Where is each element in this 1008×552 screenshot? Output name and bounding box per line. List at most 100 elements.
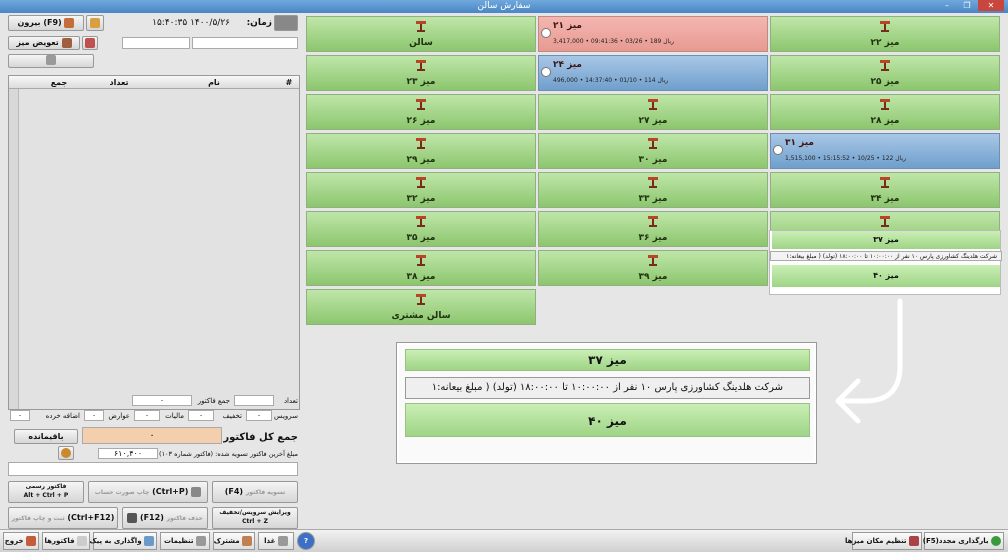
rounding-label: اضافه خرده — [45, 412, 80, 420]
invoices-button[interactable]: فاکتورها — [42, 532, 90, 550]
close-button[interactable]: ✕ — [978, 0, 1004, 11]
table-order-detail: ریال 189 • 03/26 • 09:41:36 • 3,417,000 — [553, 38, 674, 45]
zoom-table-37[interactable]: میز ۳۷ — [405, 349, 810, 371]
change-table-button[interactable]: تعویض میز — [8, 36, 80, 50]
order-scrollbar[interactable] — [9, 89, 19, 409]
food-icon — [277, 536, 288, 546]
table-tile[interactable]: میز ۳۶ — [538, 211, 768, 247]
save-print-invoice-button[interactable]: (Ctrl+F12) ثبت و چاپ فاکتور — [8, 507, 118, 529]
table-tile[interactable]: سالن — [306, 16, 536, 52]
duty-label: عوارض — [108, 412, 130, 420]
table-tile[interactable]: میز ۲۱ ریال 189 • 03/26 • 09:41:36 • 3,41… — [538, 16, 768, 52]
delete-invoice-button[interactable]: حذف فاکتور (F12) — [122, 507, 208, 529]
print-bill-button[interactable]: (Ctrl+P) چاپ صورت حساب — [88, 481, 208, 503]
col-num: # — [285, 78, 293, 87]
table-name: سالن — [409, 38, 433, 48]
time-label: زمان: — [246, 18, 272, 28]
pager-button[interactable]: واگذاری به پیک — [89, 532, 157, 550]
invoice-icon — [77, 536, 87, 546]
exit-toolbar-button[interactable]: خروج — [3, 532, 39, 550]
popup-reservation-line[interactable]: شرکت هلدینگ کشاورزی پارس ۱۰ نفر از ۱۰:۰۰… — [770, 251, 1002, 261]
table-name: میز ۲۲ — [870, 38, 900, 48]
table-tile[interactable]: میز ۲۹ — [306, 133, 536, 169]
table-tile[interactable]: میز ۳۱ ریال 122 • 10/25 • 15:15:52 • 1,51… — [770, 133, 1000, 169]
clock-icon — [541, 28, 551, 38]
last-invoice-label: مبلغ آخرین فاکتور تسویه شده: (فاکتور شما… — [159, 450, 298, 458]
popup-table-40[interactable]: میز ۴۰ — [772, 265, 1000, 287]
courier-icon — [144, 536, 154, 546]
zoom-reservation-line[interactable]: شرکت هلدینگ کشاورزی پارس ۱۰ نفر از ۱۰:۰۰… — [405, 377, 810, 399]
service-field: ۰ — [246, 410, 272, 421]
order-items-table[interactable]: # نام تعداد جمع — [8, 75, 300, 410]
table-layout-button[interactable]: تنظیم مکان میزها — [845, 532, 922, 550]
official-invoice-button[interactable]: فاکتور رسمی Alt + Ctrl + P — [8, 481, 84, 503]
settings-button[interactable]: تنظیمات — [160, 532, 210, 550]
time-value: ۱۴۰۰/۵/۲۶ ۱۵:۴۰:۳۵ — [152, 18, 230, 28]
last-invoice-field: ۶۱۰,۴۰۰ — [98, 448, 158, 459]
table-name: میز ۳۰ — [638, 155, 668, 165]
settle-invoice-button[interactable]: تسویه فاکتور (F4) — [212, 481, 298, 503]
table-tile[interactable]: میز ۲۵ — [770, 55, 1000, 91]
table-name: میز ۲۹ — [406, 155, 436, 165]
help-button[interactable]: ? — [297, 532, 315, 550]
exit-button[interactable]: (F9) بیرون — [8, 15, 84, 31]
table-tile[interactable]: میز ۳۵ — [306, 211, 536, 247]
reload-button[interactable]: بارگذاری مجدد(F5) — [923, 532, 1004, 550]
table-name: میز ۳۶ — [638, 233, 668, 243]
zoom-table-40[interactable]: میز ۴۰ — [405, 403, 810, 437]
callout-arrow-icon — [835, 298, 903, 424]
table-icon — [880, 98, 890, 110]
table-icon — [416, 59, 426, 71]
minimize-button[interactable]: – — [938, 0, 956, 11]
remaining-button[interactable]: باقیمانده — [14, 429, 78, 444]
table-name: میز ۳۱ — [785, 138, 814, 148]
table-tile[interactable]: میز ۳۴ — [770, 172, 1000, 208]
table-tile[interactable]: میز ۲۷ — [538, 94, 768, 130]
table-tile[interactable]: میز ۲۶ — [306, 94, 536, 130]
maximize-button[interactable]: ❐ — [958, 0, 976, 11]
table-name: میز ۳۴ — [870, 194, 900, 204]
table-icon — [416, 137, 426, 149]
table-tile[interactable]: میز ۲۴ ریال 114 • 01/10 • 14:37:40 • 496,… — [538, 55, 768, 91]
refresh-icon — [991, 536, 1001, 546]
table-tile[interactable]: میز ۳۸ — [306, 250, 536, 286]
table-name: میز ۲۴ — [553, 60, 582, 70]
table-tile[interactable]: سالن مشتری — [306, 289, 536, 325]
money-bag-icon — [61, 448, 71, 458]
table-tile[interactable]: میز ۲۳ — [306, 55, 536, 91]
table-icon — [416, 176, 426, 188]
money-bag-button[interactable] — [58, 446, 74, 460]
exit-icon — [64, 17, 75, 28]
duty-field: ۰ — [84, 410, 104, 421]
customer-button[interactable] — [8, 54, 94, 68]
table-name: میز ۳۹ — [638, 272, 668, 282]
table-tile[interactable]: میز ۲۸ — [770, 94, 1000, 130]
edit-service-button[interactable]: ویرایش سرویس/تخفیف Ctrl + Z — [212, 507, 298, 529]
table-tile[interactable]: میز ۳۹ — [538, 250, 768, 286]
small-tool-button[interactable] — [86, 15, 104, 31]
header-dark-button[interactable] — [274, 15, 298, 31]
table-icon — [416, 293, 426, 305]
merge-button[interactable] — [82, 36, 98, 50]
grand-total-label: جمع کل فاکتور : — [215, 432, 298, 443]
popup-table-above[interactable]: میز ۳۷ — [772, 231, 1000, 249]
clock-icon — [773, 145, 783, 155]
table-icon — [880, 59, 890, 71]
col-name: نام — [208, 78, 220, 87]
count-label: تعداد — [283, 397, 298, 405]
barcode-input[interactable] — [8, 462, 298, 476]
table-tile[interactable]: میز ۳۰ — [538, 133, 768, 169]
table-icon — [648, 98, 658, 110]
table-tile[interactable]: میز ۲۲ — [770, 16, 1000, 52]
table-icon — [416, 254, 426, 266]
table-icon — [61, 37, 72, 48]
table-tile[interactable]: میز ۳۳ — [538, 172, 768, 208]
customer-icon — [46, 55, 56, 65]
food-button[interactable]: غذا — [258, 532, 294, 550]
table-tile[interactable]: میز ۳۲ — [306, 172, 536, 208]
subscriber-button[interactable]: مشترک — [213, 532, 255, 550]
user-icon — [242, 536, 252, 546]
info-field-2 — [192, 37, 298, 49]
table-icon — [416, 20, 426, 32]
merge-icon — [85, 38, 95, 48]
